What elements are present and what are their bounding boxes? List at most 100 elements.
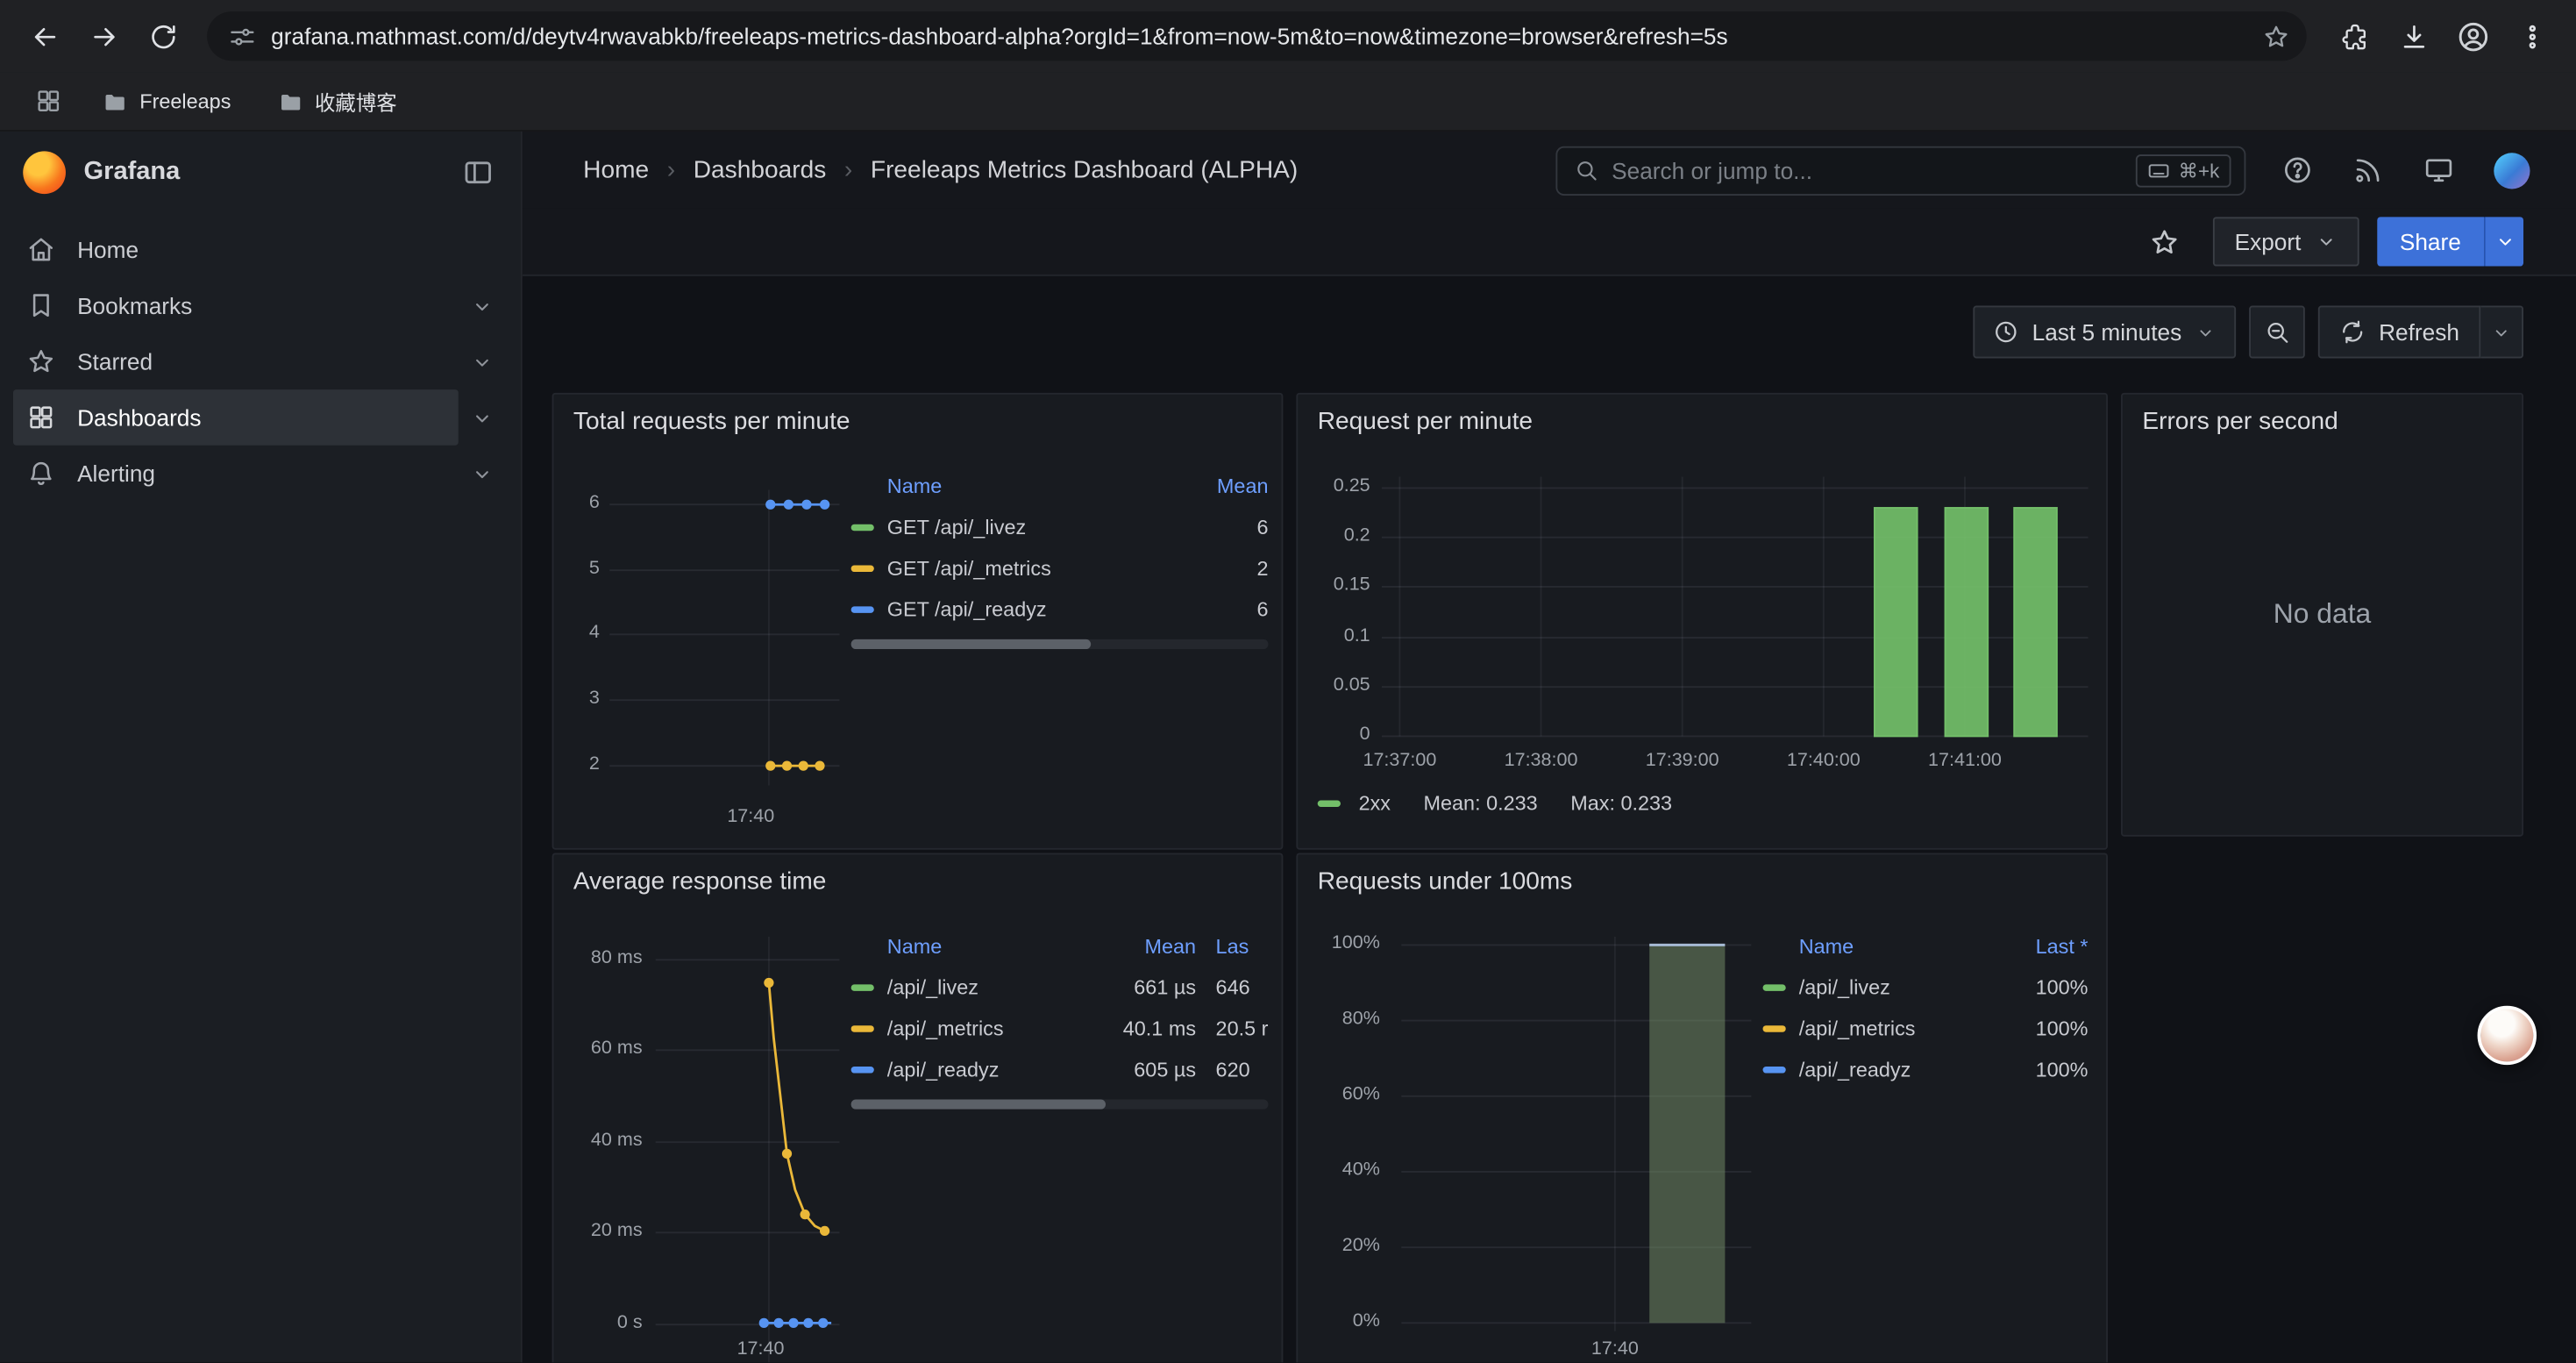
time-range-picker[interactable]: Last 5 minutes [1973,306,2236,359]
assistant-avatar[interactable] [2478,1006,2537,1065]
sidebar-item-home[interactable]: Home [0,222,521,278]
series-swatch [1763,1024,1786,1031]
chevron-down-icon[interactable] [459,461,504,486]
reload-button[interactable] [135,8,191,64]
breadcrumb-home[interactable]: Home [583,156,649,184]
user-avatar[interactable] [2494,152,2530,188]
panel-title[interactable]: Average response time [573,867,827,896]
legend-header-mean[interactable]: Mean [1173,475,1269,498]
refresh-interval-dropdown[interactable] [2480,306,2523,359]
panel-errors-per-second: Errors per second No data [2121,393,2523,837]
y-tick: 0.1 [1298,626,1370,646]
favorite-star-icon[interactable] [2149,226,2181,258]
series-swatch [851,1066,874,1072]
site-settings-icon[interactable] [228,22,256,50]
y-tick: 20% [1298,1236,1380,1255]
area-plot[interactable] [1397,937,1758,1331]
breadcrumb-separator: › [844,156,852,184]
y-tick: 3 [564,689,600,708]
bookmark-label: Freeleaps [139,89,231,112]
bookmark-label: 收藏博客 [315,85,397,117]
chevron-down-icon[interactable] [459,405,504,430]
legend-header-last[interactable]: Las [1196,935,1268,958]
screen: Freeleaps 收藏博客 Grafana Home Bookmarks [0,0,2576,1363]
share-split-button: Share [2377,217,2523,266]
extensions-icon[interactable] [2326,8,2382,64]
main-area: Home › Dashboards › Freeleaps Metrics Da… [523,132,2576,1363]
series-swatch [851,983,874,989]
panel-title[interactable]: Request per minute [1318,408,1533,436]
scrollbar-thumb[interactable] [851,1100,1106,1110]
timeseries-plot[interactable] [656,937,840,1363]
legend-row[interactable]: 2xx Mean: 0.233 Max: 0.233 [1318,792,1672,815]
news-icon[interactable] [2352,154,2384,186]
bookmark-folder-blogs[interactable]: 收藏博客 [260,79,413,124]
y-tick: 6 [564,493,600,512]
profile-icon[interactable] [2444,8,2501,64]
breadcrumb-dashboards[interactable]: Dashboards [694,156,827,184]
bookmark-star-icon[interactable] [2262,22,2290,50]
apps-grid-icon[interactable] [23,78,72,124]
legend-row[interactable]: /api/_readyz 605 µs 620 [851,1048,1269,1089]
timeseries-plot[interactable] [609,489,839,785]
share-dropdown-button[interactable] [2484,217,2523,266]
chevron-down-icon [2493,230,2516,253]
x-tick: 17:39:00 [1630,751,1735,770]
search-icon [1574,158,1598,182]
y-tick: 4 [564,623,600,642]
y-tick: 5 [564,559,600,578]
help-icon[interactable] [2282,154,2314,186]
panel-title[interactable]: Requests under 100ms [1318,867,1573,896]
legend-header-name[interactable]: Name [887,475,1173,498]
legend-scrollbar[interactable] [851,639,1269,649]
search-input[interactable] [1612,157,2136,183]
refresh-button[interactable]: Refresh [2318,306,2481,359]
sidebar-item-dashboards[interactable]: Dashboards [0,389,521,446]
forward-button[interactable] [75,8,132,64]
legend-header-mean[interactable]: Mean [1100,935,1196,958]
x-tick: 17:40 [722,1339,801,1359]
export-button[interactable]: Export [2213,217,2359,266]
y-tick: 40 ms [553,1131,642,1150]
breadcrumb-separator: › [667,156,675,184]
back-button[interactable] [17,8,73,64]
scrollbar-thumb[interactable] [851,639,1092,649]
bar-plot[interactable] [1382,476,2089,739]
bookmark-folder-freeleaps[interactable]: Freeleaps [85,82,247,121]
legend-row[interactable]: /api/_readyz 100% [1763,1048,2089,1089]
url-input[interactable] [271,23,2262,49]
display-icon[interactable] [2423,154,2455,186]
brand-title: Grafana [84,158,462,188]
keyboard-icon [2147,159,2170,182]
search-box[interactable]: ⌘+k [1555,146,2245,195]
folder-icon [102,88,128,114]
sidebar-item-starred[interactable]: Starred [0,333,521,389]
legend-row[interactable]: /api/_livez 661 µs 646 [851,967,1269,1008]
share-button[interactable]: Share [2377,217,2484,266]
sidebar-collapse-icon[interactable] [462,156,495,189]
menu-icon[interactable] [2504,8,2560,64]
legend-stat-mean: Mean: 0.233 [1423,792,1537,815]
zoom-out-button[interactable] [2249,306,2305,359]
grafana-logo[interactable] [23,151,66,194]
legend-scrollbar[interactable] [851,1100,1269,1110]
legend-header-name[interactable]: Name [1799,935,2003,958]
series-swatch [1763,1066,1786,1072]
panel-title[interactable]: Total requests per minute [573,408,850,436]
sidebar-item-alerting[interactable]: Alerting [0,446,521,502]
chevron-down-icon[interactable] [459,349,504,374]
legend-row[interactable]: GET /api/_livez 6 [851,506,1269,547]
legend-row[interactable]: /api/_metrics 100% [1763,1008,2089,1049]
chevron-down-icon[interactable] [459,293,504,318]
browser-toolbar [0,0,2576,72]
downloads-icon[interactable] [2386,8,2442,64]
legend-row[interactable]: /api/_metrics 40.1 ms 20.5 r [851,1008,1269,1049]
address-bar[interactable] [207,11,2307,61]
legend-row[interactable]: GET /api/_metrics 2 [851,547,1269,589]
sidebar-item-bookmarks[interactable]: Bookmarks [0,278,521,334]
folder-icon [277,88,303,114]
legend-header-name[interactable]: Name [887,935,1101,958]
legend-row[interactable]: /api/_livez 100% [1763,967,2089,1008]
legend-header-last[interactable]: Last * [2003,935,2088,958]
legend-row[interactable]: GET /api/_readyz 6 [851,589,1269,630]
